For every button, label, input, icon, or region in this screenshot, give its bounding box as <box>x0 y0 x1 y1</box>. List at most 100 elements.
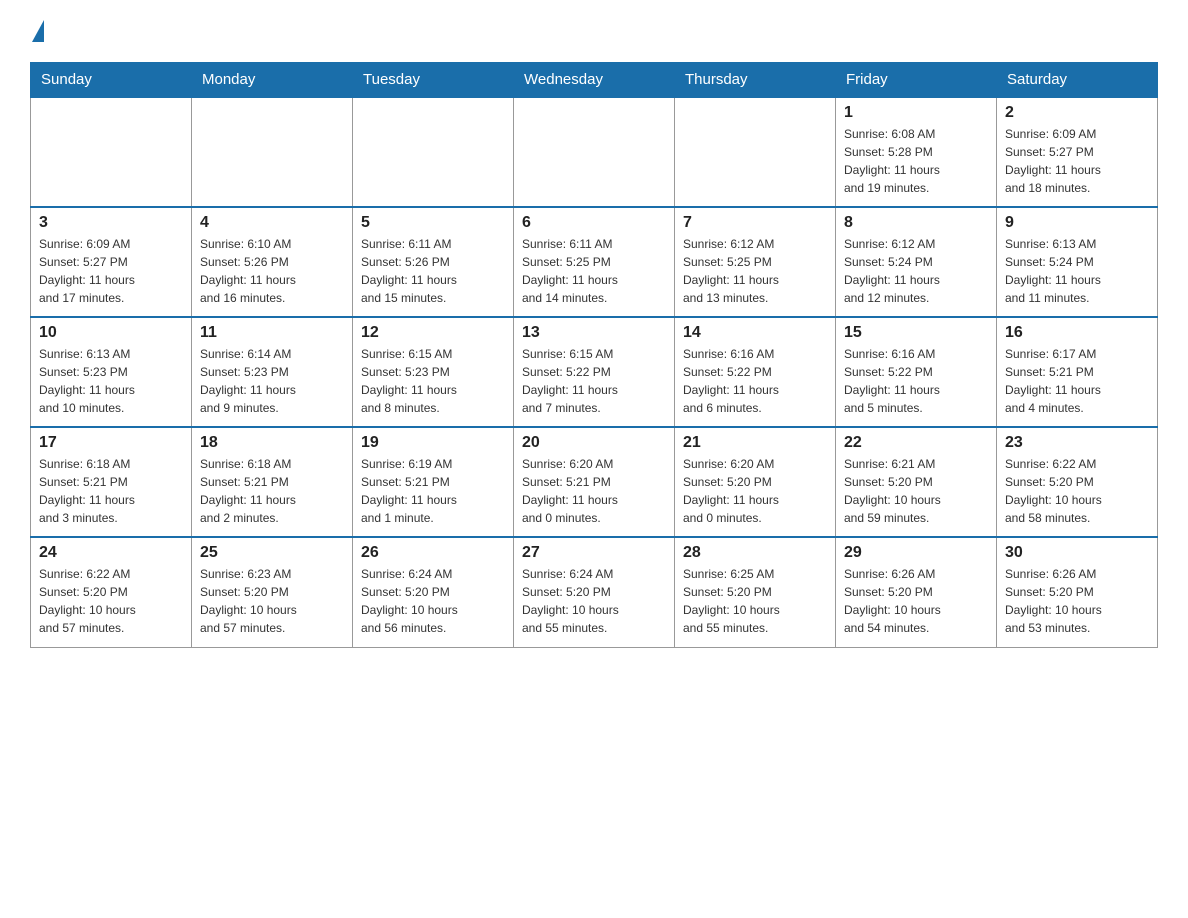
day-number: 15 <box>844 324 988 342</box>
day-number: 17 <box>39 434 183 452</box>
calendar-cell: 7Sunrise: 6:12 AM Sunset: 5:25 PM Daylig… <box>675 207 836 317</box>
weekday-header-friday: Friday <box>836 63 997 98</box>
day-number: 29 <box>844 544 988 562</box>
calendar-cell: 10 Sunrise: 6:13 AM Sunset: 5:23 PM Dayli… <box>31 317 192 427</box>
calendar-cell: 25 Sunrise: 6:23 AM Sunset: 5:20 PM Dayli… <box>192 537 353 647</box>
calendar-cell <box>192 97 353 207</box>
page-header <box>30 20 1158 42</box>
weekday-header-monday: Monday <box>192 63 353 98</box>
calendar-cell: 11 Sunrise: 6:14 AM Sunset: 5:23 PM Dayli… <box>192 317 353 427</box>
calendar-cell: 16Sunrise: 6:17 AM Sunset: 5:21 PM Dayli… <box>997 317 1158 427</box>
week-row-1: 1Sunrise: 6:08 AM Sunset: 5:28 PM Daylig… <box>31 97 1158 207</box>
day-number: 20 <box>522 434 666 452</box>
logo <box>30 20 44 42</box>
day-number: 23 <box>1005 434 1149 452</box>
day-number: 2 <box>1005 104 1149 122</box>
day-info: Sunrise: 6:11 AM Sunset: 5:26 PM Dayligh… <box>361 235 505 307</box>
day-info: Sunrise: 6:13 AM Sunset: 5:23 PM Dayligh… <box>39 345 183 417</box>
day-info: Sunrise: 6:20 AM Sunset: 5:20 PM Dayligh… <box>683 455 827 527</box>
calendar-cell <box>675 97 836 207</box>
day-number: 11 <box>200 324 344 342</box>
day-info: Sunrise: 6:10 AM Sunset: 5:26 PM Dayligh… <box>200 235 344 307</box>
week-row-4: 17 Sunrise: 6:18 AM Sunset: 5:21 PM Dayli… <box>31 427 1158 537</box>
day-number: 5 <box>361 214 505 232</box>
day-info: Sunrise: 6:12 AM Sunset: 5:25 PM Dayligh… <box>683 235 827 307</box>
day-info: Sunrise: 6:22 AM Sunset: 5:20 PM Dayligh… <box>39 565 183 637</box>
day-number: 22 <box>844 434 988 452</box>
logo-triangle-icon <box>32 20 44 42</box>
day-info: Sunrise: 6:16 AM Sunset: 5:22 PM Dayligh… <box>683 345 827 417</box>
day-info: Sunrise: 6:14 AM Sunset: 5:23 PM Dayligh… <box>200 345 344 417</box>
day-info: Sunrise: 6:18 AM Sunset: 5:21 PM Dayligh… <box>39 455 183 527</box>
day-number: 18 <box>200 434 344 452</box>
day-number: 27 <box>522 544 666 562</box>
day-info: Sunrise: 6:09 AM Sunset: 5:27 PM Dayligh… <box>1005 125 1149 197</box>
day-number: 6 <box>522 214 666 232</box>
calendar-cell: 3Sunrise: 6:09 AM Sunset: 5:27 PM Daylig… <box>31 207 192 317</box>
calendar-cell: 6 Sunrise: 6:11 AM Sunset: 5:25 PM Daylig… <box>514 207 675 317</box>
week-row-3: 10 Sunrise: 6:13 AM Sunset: 5:23 PM Dayli… <box>31 317 1158 427</box>
calendar-cell: 14Sunrise: 6:16 AM Sunset: 5:22 PM Dayli… <box>675 317 836 427</box>
weekday-header-tuesday: Tuesday <box>353 63 514 98</box>
calendar-cell: 26 Sunrise: 6:24 AM Sunset: 5:20 PM Dayli… <box>353 537 514 647</box>
calendar-cell <box>31 97 192 207</box>
calendar-cell: 28 Sunrise: 6:25 AM Sunset: 5:20 PM Dayli… <box>675 537 836 647</box>
calendar-cell: 24 Sunrise: 6:22 AM Sunset: 5:20 PM Dayli… <box>31 537 192 647</box>
day-info: Sunrise: 6:12 AM Sunset: 5:24 PM Dayligh… <box>844 235 988 307</box>
week-row-5: 24 Sunrise: 6:22 AM Sunset: 5:20 PM Dayli… <box>31 537 1158 647</box>
day-number: 4 <box>200 214 344 232</box>
calendar-cell <box>353 97 514 207</box>
day-info: Sunrise: 6:13 AM Sunset: 5:24 PM Dayligh… <box>1005 235 1149 307</box>
calendar-cell: 2 Sunrise: 6:09 AM Sunset: 5:27 PM Daylig… <box>997 97 1158 207</box>
calendar-cell: 9 Sunrise: 6:13 AM Sunset: 5:24 PM Daylig… <box>997 207 1158 317</box>
day-number: 9 <box>1005 214 1149 232</box>
day-info: Sunrise: 6:19 AM Sunset: 5:21 PM Dayligh… <box>361 455 505 527</box>
weekday-header-saturday: Saturday <box>997 63 1158 98</box>
calendar-cell: 8 Sunrise: 6:12 AM Sunset: 5:24 PM Daylig… <box>836 207 997 317</box>
day-info: Sunrise: 6:16 AM Sunset: 5:22 PM Dayligh… <box>844 345 988 417</box>
calendar-cell: 30Sunrise: 6:26 AM Sunset: 5:20 PM Dayli… <box>997 537 1158 647</box>
week-row-2: 3Sunrise: 6:09 AM Sunset: 5:27 PM Daylig… <box>31 207 1158 317</box>
calendar-cell: 17 Sunrise: 6:18 AM Sunset: 5:21 PM Dayli… <box>31 427 192 537</box>
day-number: 13 <box>522 324 666 342</box>
day-number: 26 <box>361 544 505 562</box>
weekday-header-sunday: Sunday <box>31 63 192 98</box>
day-number: 30 <box>1005 544 1149 562</box>
calendar-cell: 1Sunrise: 6:08 AM Sunset: 5:28 PM Daylig… <box>836 97 997 207</box>
calendar-cell: 19 Sunrise: 6:19 AM Sunset: 5:21 PM Dayli… <box>353 427 514 537</box>
day-number: 12 <box>361 324 505 342</box>
day-number: 8 <box>844 214 988 232</box>
day-info: Sunrise: 6:25 AM Sunset: 5:20 PM Dayligh… <box>683 565 827 637</box>
calendar-cell: 12Sunrise: 6:15 AM Sunset: 5:23 PM Dayli… <box>353 317 514 427</box>
day-info: Sunrise: 6:23 AM Sunset: 5:20 PM Dayligh… <box>200 565 344 637</box>
calendar-cell: 13Sunrise: 6:15 AM Sunset: 5:22 PM Dayli… <box>514 317 675 427</box>
calendar-table: SundayMondayTuesdayWednesdayThursdayFrid… <box>30 62 1158 648</box>
calendar-cell: 22 Sunrise: 6:21 AM Sunset: 5:20 PM Dayli… <box>836 427 997 537</box>
day-number: 3 <box>39 214 183 232</box>
calendar-cell: 18 Sunrise: 6:18 AM Sunset: 5:21 PM Dayli… <box>192 427 353 537</box>
day-info: Sunrise: 6:21 AM Sunset: 5:20 PM Dayligh… <box>844 455 988 527</box>
day-info: Sunrise: 6:11 AM Sunset: 5:25 PM Dayligh… <box>522 235 666 307</box>
calendar-cell <box>514 97 675 207</box>
calendar-cell: 15 Sunrise: 6:16 AM Sunset: 5:22 PM Dayli… <box>836 317 997 427</box>
weekday-header-thursday: Thursday <box>675 63 836 98</box>
day-number: 25 <box>200 544 344 562</box>
day-info: Sunrise: 6:18 AM Sunset: 5:21 PM Dayligh… <box>200 455 344 527</box>
day-info: Sunrise: 6:20 AM Sunset: 5:21 PM Dayligh… <box>522 455 666 527</box>
day-number: 24 <box>39 544 183 562</box>
day-info: Sunrise: 6:17 AM Sunset: 5:21 PM Dayligh… <box>1005 345 1149 417</box>
day-number: 19 <box>361 434 505 452</box>
calendar-cell: 5 Sunrise: 6:11 AM Sunset: 5:26 PM Daylig… <box>353 207 514 317</box>
calendar-cell: 20 Sunrise: 6:20 AM Sunset: 5:21 PM Dayli… <box>514 427 675 537</box>
calendar-cell: 23Sunrise: 6:22 AM Sunset: 5:20 PM Dayli… <box>997 427 1158 537</box>
calendar-cell: 29 Sunrise: 6:26 AM Sunset: 5:20 PM Dayli… <box>836 537 997 647</box>
day-number: 28 <box>683 544 827 562</box>
day-info: Sunrise: 6:08 AM Sunset: 5:28 PM Dayligh… <box>844 125 988 197</box>
day-info: Sunrise: 6:24 AM Sunset: 5:20 PM Dayligh… <box>361 565 505 637</box>
day-number: 10 <box>39 324 183 342</box>
day-info: Sunrise: 6:26 AM Sunset: 5:20 PM Dayligh… <box>844 565 988 637</box>
calendar-cell: 21 Sunrise: 6:20 AM Sunset: 5:20 PM Dayli… <box>675 427 836 537</box>
day-number: 21 <box>683 434 827 452</box>
weekday-header-wednesday: Wednesday <box>514 63 675 98</box>
calendar-cell: 4 Sunrise: 6:10 AM Sunset: 5:26 PM Daylig… <box>192 207 353 317</box>
